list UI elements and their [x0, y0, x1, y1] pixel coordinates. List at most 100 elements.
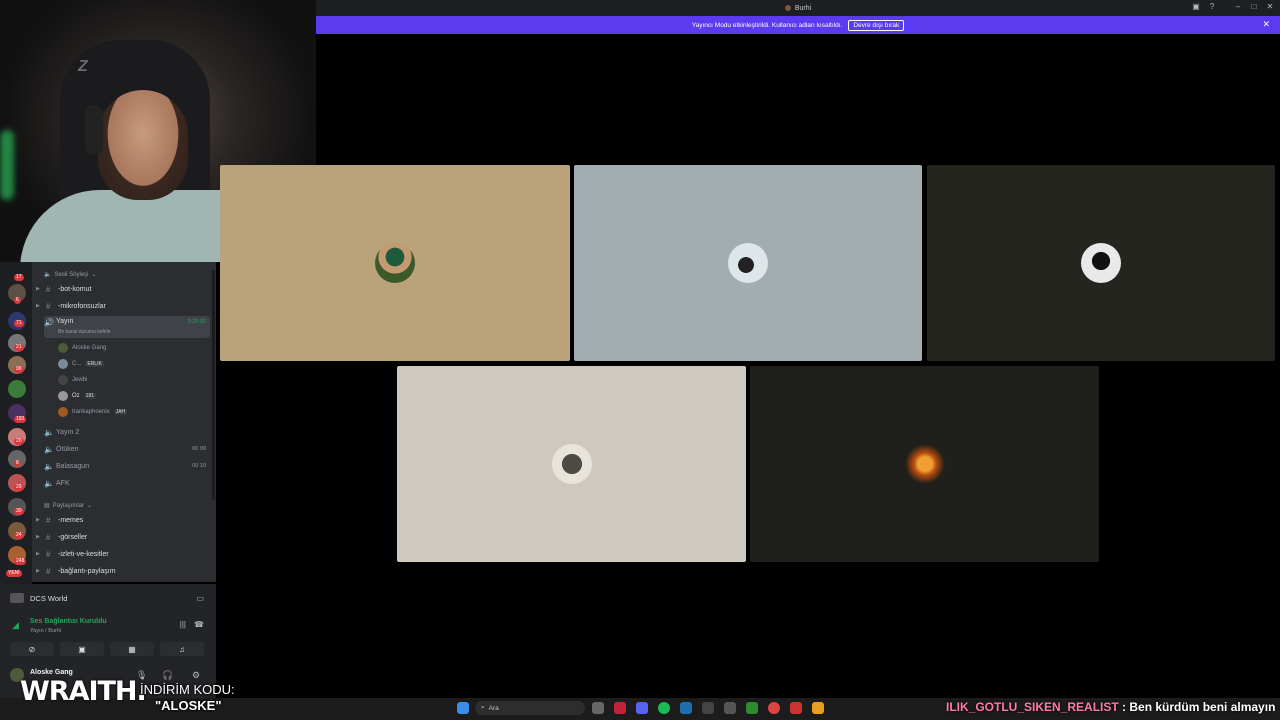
banner-text: Yayıncı Modu etkinleştirildi. Kullanıcı …	[691, 21, 843, 29]
scrollbar[interactable]	[212, 270, 215, 500]
soundboard-button[interactable]: ♫	[160, 642, 204, 656]
voice-channel-balasagun[interactable]: 🔈 Balasagun 00 10	[44, 459, 210, 473]
screen-share-button[interactable]: ▣	[60, 642, 104, 656]
voice-channel-yayin-2[interactable]: 🔈 Yayın 2	[44, 425, 210, 439]
chevron-right-icon: ▶	[36, 303, 40, 309]
chat-username: ILIK_GOTLU_SIKEN_REALIST	[946, 700, 1119, 714]
voice-user[interactable]: Oz 181	[58, 389, 97, 403]
noise-suppression-icon[interactable]: |||	[180, 620, 186, 629]
gear-icon[interactable]: ⚙	[192, 670, 200, 681]
voice-channel-yayin[interactable]: 🔊 Yayın 3:20:02 Bir kanal durumu belirle	[44, 316, 210, 338]
speaker-icon: 🔈	[44, 461, 54, 471]
opera-icon[interactable]	[614, 702, 626, 714]
headphones-icon[interactable]: 🎧	[162, 670, 173, 681]
speaker-icon: 🔊	[44, 318, 54, 327]
channel-status[interactable]: Bir kanal durumu belirle	[58, 329, 111, 335]
server-badge: 30	[14, 508, 24, 515]
help-icon[interactable]: ?	[1206, 2, 1218, 11]
spotify-icon[interactable]	[658, 702, 670, 714]
taskbar-search[interactable]: ⌕ Ara	[475, 701, 585, 715]
category-voice[interactable]: 🔈 Sesli Söyleşi ⌄	[44, 271, 97, 279]
file-explorer-icon[interactable]	[812, 702, 824, 714]
channel-label: -görseller	[58, 533, 88, 541]
video-tile[interactable]	[397, 366, 746, 562]
xbox-icon[interactable]	[746, 702, 758, 714]
channel-mikrofonsuzlar[interactable]: ▶ # -mikrofonsuzlar	[36, 299, 210, 313]
activities-button[interactable]: ▦	[110, 642, 154, 656]
channel-label: -mikrofonsuzlar	[58, 302, 106, 310]
voice-user[interactable]: trankaphoenix JAH	[58, 405, 128, 419]
stream-icon[interactable]: ▭	[196, 594, 204, 603]
user-tag: JAH	[113, 409, 128, 415]
channel-list: 🔈 Sesli Söyleşi ⌄ ▶ # -bot-komut ▶ # -mi…	[32, 262, 216, 582]
app-icon[interactable]	[790, 702, 802, 714]
server-badge: 71	[14, 320, 24, 327]
avatar	[904, 444, 945, 484]
video-tile[interactable]	[574, 165, 922, 361]
voice-user[interactable]: Jewbi	[58, 373, 87, 387]
user-tag: 181	[83, 393, 97, 399]
avatar	[1081, 243, 1121, 283]
close-icon[interactable]: ✕	[1262, 19, 1270, 30]
server-badge: 99	[14, 366, 24, 373]
server-badge: 248	[14, 558, 27, 565]
voice-timer: 3:20:02	[187, 319, 206, 325]
user-name[interactable]: Aloske Gang	[30, 669, 73, 676]
avatar	[58, 359, 68, 369]
channel-izleti-ve-kesitler[interactable]: ▶ # -izleti-ve-kesitler	[36, 547, 210, 561]
camera-button[interactable]: ⊘	[10, 642, 54, 656]
channel-memes[interactable]: ▶ # -memes	[36, 513, 210, 527]
category-share[interactable]: ▤ Paylaşımlar ⌄	[44, 502, 92, 510]
voice-user[interactable]: C... ERLIK	[58, 357, 104, 371]
chevron-right-icon: ▶	[36, 568, 40, 574]
server-badge: 8	[14, 460, 21, 467]
minimize-icon[interactable]: –	[1232, 2, 1244, 11]
video-tile[interactable]	[927, 165, 1275, 361]
windows-start-icon[interactable]	[457, 702, 469, 714]
app-icon[interactable]	[724, 702, 736, 714]
speaker-icon: 🔈	[44, 444, 54, 454]
channel-label: Ötüken	[56, 445, 79, 453]
search-icon: ⌕	[481, 704, 485, 711]
voice-status-title[interactable]: Ses Bağlantısı Kuruldu	[30, 618, 107, 625]
channel-label: -izleti-ve-kesitler	[58, 550, 109, 558]
hash-icon: #	[46, 549, 51, 559]
epic-games-icon[interactable]	[702, 702, 714, 714]
avatar	[728, 243, 768, 283]
task-view-icon[interactable]	[592, 702, 604, 714]
chair-logo: Z	[78, 58, 88, 75]
voice-channel-afk[interactable]: 🔈 AFK	[44, 476, 210, 490]
inbox-icon[interactable]: ▣	[1190, 2, 1202, 11]
maximize-icon[interactable]: □	[1248, 2, 1260, 11]
voice-channel-otuken[interactable]: 🔈 Ötüken 00 99	[44, 442, 210, 456]
chevron-right-icon: ▶	[36, 534, 40, 540]
steam-icon[interactable]	[680, 702, 692, 714]
user-name: C...	[72, 361, 82, 367]
chat-overlay: ILIK_GOTLU_SIKEN_REALIST : Ben kürdüm be…	[946, 700, 1275, 714]
disable-streamer-mode-button[interactable]: Devre dışı bırak	[848, 19, 905, 31]
server-badge: 17	[14, 274, 24, 281]
grid-icon: ▦	[128, 644, 136, 654]
voice-status-subtitle: Yayın / Burhi	[30, 628, 62, 634]
server-badge: 6	[14, 297, 21, 304]
headset	[85, 105, 103, 155]
close-window-icon[interactable]: ✕	[1264, 2, 1276, 11]
channel-bot-komut[interactable]: ▶ # -bot-komut	[36, 282, 210, 296]
hash-icon: #	[46, 301, 51, 311]
user-limit: 00 99	[192, 446, 206, 452]
channel-baglanti-paylasim[interactable]: ▶ # -bağlantı-paylaşım	[36, 564, 210, 578]
voice-user[interactable]: Aloske Gang	[58, 341, 106, 355]
server-icon[interactable]	[8, 380, 26, 398]
chrome-icon[interactable]	[768, 702, 780, 714]
speaker-icon: 🔈	[44, 427, 54, 437]
voice-status-panel: ◢ Ses Bağlantısı Kuruldu Yayın / Burhi |…	[0, 612, 216, 660]
channel-gorseller[interactable]: ▶ # -görseller	[36, 530, 210, 544]
server-badge: 193	[14, 416, 27, 423]
discord-icon[interactable]	[636, 702, 648, 714]
video-tile[interactable]	[220, 165, 570, 361]
activity-label: DCS World	[30, 593, 68, 603]
new-badge: YENİ	[6, 570, 22, 577]
video-tile[interactable]	[750, 366, 1099, 562]
disconnect-icon[interactable]: ☎	[194, 620, 204, 629]
server-badge: 20	[14, 438, 24, 445]
